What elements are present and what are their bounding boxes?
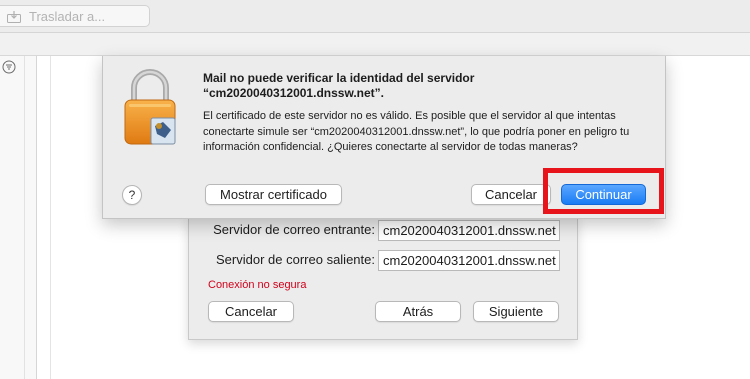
account-setup-sheet: Servidor de correo entrante: cm202004031… xyxy=(188,216,578,340)
move-to-label: Trasladar a... xyxy=(29,8,106,24)
incoming-server-field[interactable]: cm2020040312001.dnssw.net xyxy=(378,220,560,241)
pane-divider xyxy=(50,56,51,379)
lock-certificate-icon xyxy=(121,68,179,148)
tray-arrow-icon xyxy=(7,10,21,23)
move-to-button[interactable]: Trasladar a... xyxy=(0,5,150,27)
cancel-button[interactable]: Cancelar xyxy=(208,301,294,322)
help-button[interactable]: ? xyxy=(122,185,142,205)
show-certificate-button[interactable]: Mostrar certificado xyxy=(205,184,342,205)
next-button[interactable]: Siguiente xyxy=(473,301,559,322)
alert-cancel-button[interactable]: Cancelar xyxy=(471,184,551,205)
outgoing-server-field[interactable]: cm2020040312001.dnssw.net xyxy=(378,250,560,271)
sidebar-divider xyxy=(24,56,25,379)
back-button[interactable]: Atrás xyxy=(375,301,461,322)
alert-title: Mail no puede verificar la identidad del… xyxy=(203,71,475,100)
outgoing-server-label: Servidor de correo saliente: xyxy=(216,252,375,267)
incoming-server-label: Servidor de correo entrante: xyxy=(213,222,375,237)
alert-message: El certificado de este servidor no es vá… xyxy=(203,110,630,153)
mail-toolbar: Trasladar a... xyxy=(0,0,750,33)
insecure-connection-warning: Conexión no segura xyxy=(208,279,307,291)
continue-highlight-box xyxy=(543,168,664,214)
filter-icon[interactable] xyxy=(2,60,16,74)
sidebar xyxy=(0,56,37,379)
message-list-header xyxy=(0,33,750,56)
